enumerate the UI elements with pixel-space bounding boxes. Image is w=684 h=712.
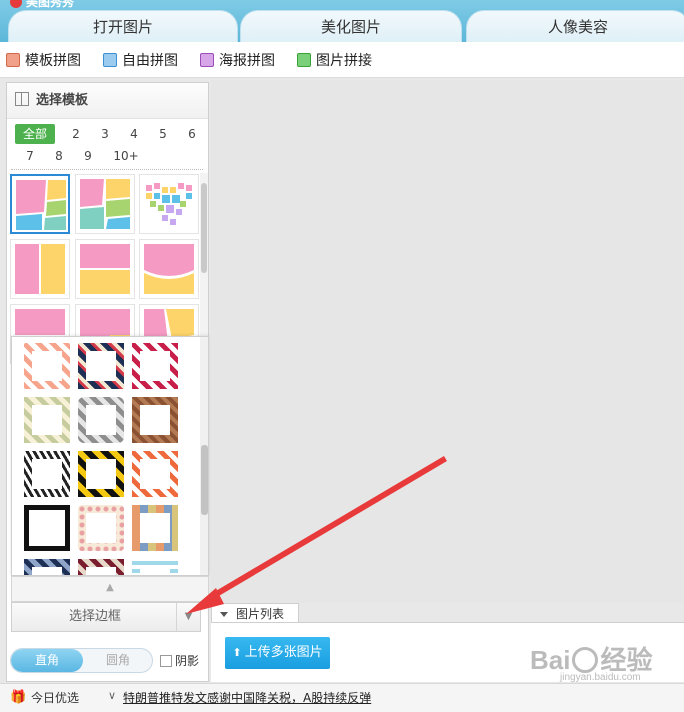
watermark-url: jingyan.baidu.com bbox=[560, 672, 641, 683]
round-corner-option[interactable]: 圆角 bbox=[83, 649, 152, 672]
shadow-checkbox[interactable]: 阴影 bbox=[160, 653, 199, 669]
template-collage-icon bbox=[6, 53, 20, 67]
frame-option[interactable] bbox=[132, 559, 178, 575]
template-scrollbar-thumb[interactable] bbox=[201, 183, 207, 273]
filter-2[interactable]: 2 bbox=[65, 124, 87, 144]
news-bar: 🎁 今日优选 ∨ 特朗普推特发文感谢中国降关税，A股持续反弹 bbox=[0, 683, 684, 712]
square-corner-option[interactable]: 直角 bbox=[11, 649, 83, 672]
image-stitch-button[interactable]: 图片拼接 bbox=[297, 52, 372, 70]
app-title: 美图秀秀 bbox=[10, 0, 74, 10]
template-icon bbox=[15, 92, 29, 106]
select-frame-label: 选择边框 bbox=[68, 609, 121, 624]
template-thumb[interactable] bbox=[139, 239, 199, 299]
frame-option[interactable] bbox=[132, 451, 178, 497]
paw-icon bbox=[572, 647, 599, 673]
frame-option[interactable] bbox=[78, 505, 124, 551]
filter-7[interactable]: 7 bbox=[19, 146, 41, 166]
template-thumb[interactable] bbox=[10, 239, 70, 299]
poster-collage-button[interactable]: 海报拼图 bbox=[200, 52, 275, 70]
frame-option[interactable] bbox=[24, 451, 70, 497]
filter-4[interactable]: 4 bbox=[123, 124, 145, 144]
filter-all[interactable]: 全部 bbox=[15, 124, 55, 144]
template-thumb[interactable] bbox=[75, 174, 135, 234]
app-logo-icon bbox=[10, 0, 22, 8]
template-collage-button[interactable]: 模板拼图 bbox=[6, 52, 81, 70]
frame-option[interactable] bbox=[78, 559, 124, 575]
filter-10plus[interactable]: 10+ bbox=[111, 146, 141, 166]
image-stitch-icon bbox=[297, 53, 311, 67]
frame-option[interactable] bbox=[78, 343, 124, 389]
panel-title: 选择模板 bbox=[7, 83, 208, 119]
tab-portrait-beauty[interactable]: 人像美容 bbox=[466, 10, 684, 42]
frame-option[interactable] bbox=[24, 343, 70, 389]
checkbox-box[interactable] bbox=[160, 655, 172, 667]
chevron-down-icon[interactable]: ▼ bbox=[176, 603, 200, 631]
frame-option[interactable] bbox=[132, 505, 178, 551]
frame-scrollbar-thumb[interactable] bbox=[201, 445, 208, 515]
news-headline-link[interactable]: 特朗普推特发文感谢中国降关税，A股持续反弹 bbox=[123, 690, 371, 706]
poster-collage-icon bbox=[200, 53, 214, 67]
frame-option[interactable] bbox=[24, 505, 70, 551]
upload-arrow-icon: ⬆ bbox=[232, 646, 242, 659]
template-thumb[interactable] bbox=[75, 239, 135, 299]
frame-option[interactable] bbox=[132, 343, 178, 389]
tab-beautify-image[interactable]: 美化图片 bbox=[240, 10, 462, 42]
frame-option[interactable] bbox=[24, 397, 70, 443]
free-collage-button[interactable]: 自由拼图 bbox=[103, 52, 178, 70]
frame-option[interactable] bbox=[78, 451, 124, 497]
triangle-down-icon bbox=[220, 612, 228, 617]
free-collage-icon bbox=[103, 53, 117, 67]
filter-6[interactable]: 6 bbox=[181, 124, 203, 144]
template-scrollbar[interactable] bbox=[200, 173, 208, 343]
chevron-down-icon[interactable]: ∨ bbox=[108, 689, 116, 702]
collage-canvas[interactable] bbox=[211, 80, 684, 603]
collapse-frames-button[interactable]: ▲ bbox=[11, 576, 209, 602]
select-frame-dropdown[interactable]: 选择边框 ▼ bbox=[11, 602, 201, 632]
filter-9[interactable]: 9 bbox=[77, 146, 99, 166]
filter-divider bbox=[11, 169, 203, 170]
frame-option[interactable] bbox=[78, 397, 124, 443]
filter-3[interactable]: 3 bbox=[94, 124, 116, 144]
frame-picker-popup bbox=[11, 336, 209, 576]
filter-8[interactable]: 8 bbox=[48, 146, 70, 166]
filter-5[interactable]: 5 bbox=[152, 124, 174, 144]
frame-option[interactable] bbox=[24, 559, 70, 575]
header-bar: 美图秀秀 打开图片 美化图片 人像美容 bbox=[0, 0, 684, 42]
template-thumb[interactable] bbox=[139, 174, 199, 234]
upload-multiple-button[interactable]: ⬆ 上传多张图片 bbox=[225, 637, 330, 669]
gift-icon: 🎁 bbox=[10, 690, 27, 705]
corner-style-toggle[interactable]: 直角 圆角 bbox=[10, 648, 153, 673]
today-picks-label[interactable]: 今日优选 bbox=[31, 690, 79, 706]
collage-toolbar: 模板拼图 自由拼图 海报拼图 图片拼接 bbox=[0, 42, 684, 78]
frame-option[interactable] bbox=[132, 397, 178, 443]
template-thumb[interactable] bbox=[10, 174, 70, 234]
tab-open-image[interactable]: 打开图片 bbox=[8, 10, 238, 42]
frame-scrollbar[interactable] bbox=[200, 337, 208, 575]
